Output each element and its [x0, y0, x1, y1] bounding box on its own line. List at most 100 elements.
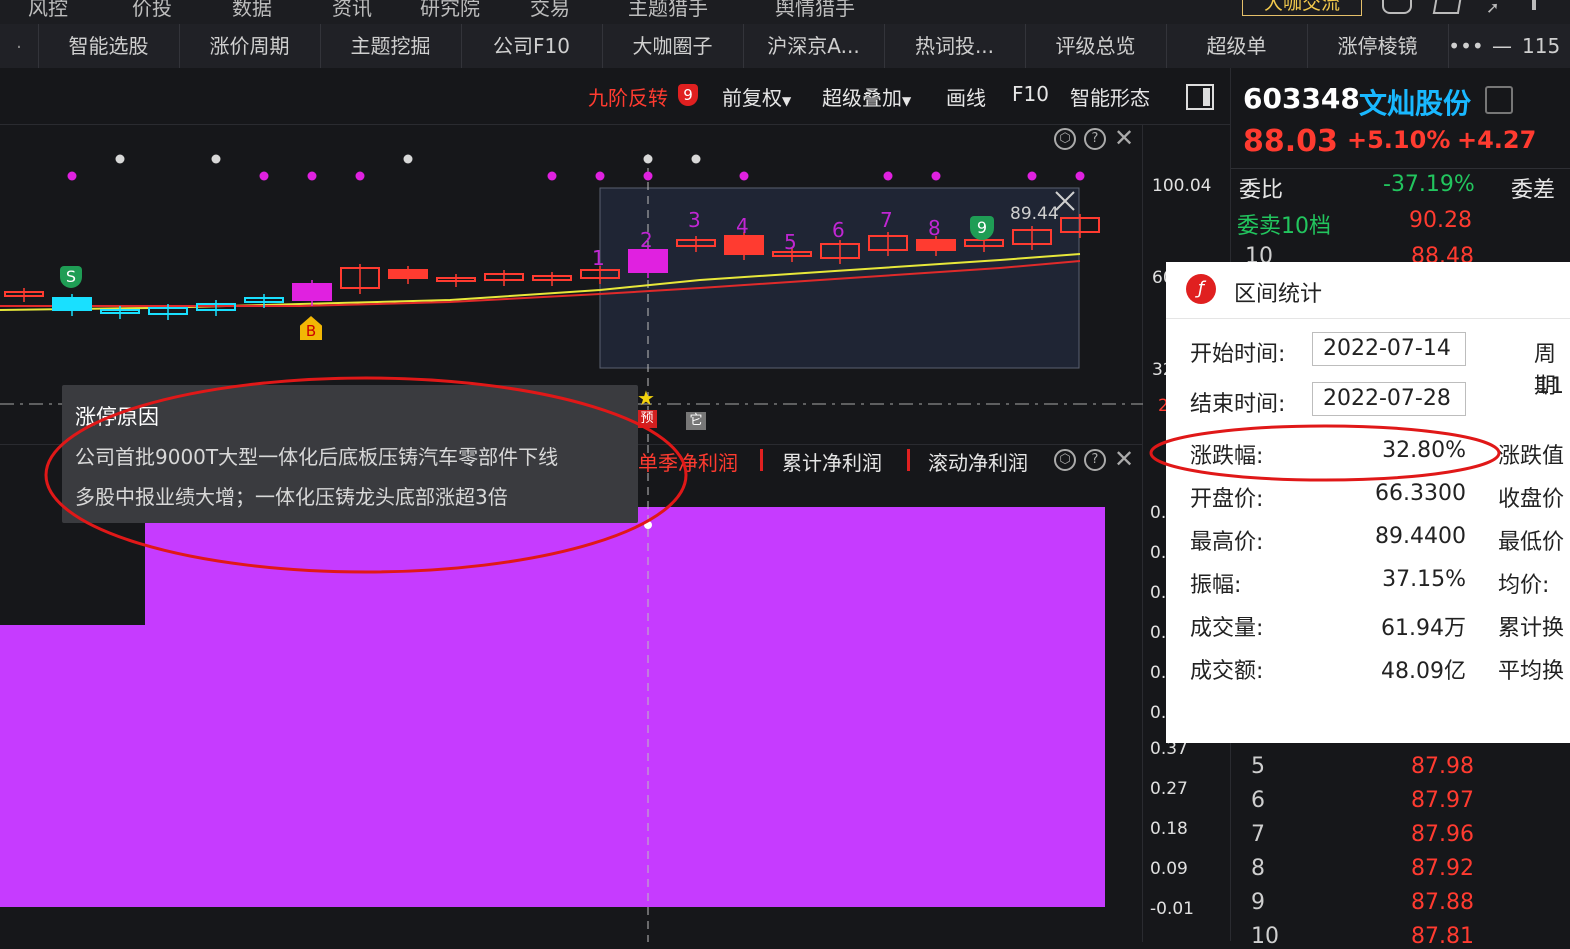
tooltip-line: 多股中报业绩大增；一体化压铸龙头底部涨超3倍 — [75, 485, 508, 509]
sell-ladder-value: 90.28 — [1409, 208, 1472, 233]
menu-item-data[interactable]: 数据 — [232, 0, 272, 21]
window-control-icon[interactable] — [1532, 0, 1536, 10]
tab-smart-select[interactable]: 智能选股 — [38, 24, 180, 68]
stat-value: 61.94万 — [1381, 616, 1466, 641]
ladder-price[interactable]: 87.98 — [1411, 754, 1474, 779]
signal-dot — [115, 154, 125, 164]
settings-icon[interactable]: ⬡ — [1054, 128, 1076, 150]
dialog-title: 区间统计 — [1234, 282, 1323, 307]
tab-company-f10[interactable]: 公司F10 — [461, 24, 603, 68]
end-time-label: 结束时间: — [1190, 392, 1286, 417]
ladder-price[interactable]: 87.92 — [1411, 856, 1474, 881]
help-icon[interactable]: ? — [1084, 449, 1106, 471]
sequence-number: 6 — [832, 218, 845, 242]
signal-dot — [643, 171, 653, 181]
range-high-label: 89.44 — [1010, 204, 1059, 224]
tooltip-title: 涨停原因 — [75, 405, 159, 429]
forward-adjust-dropdown[interactable]: 前复权▼ — [722, 82, 791, 111]
help-icon[interactable]: ? — [1084, 128, 1106, 150]
menu-item-news[interactable]: 资讯 — [332, 0, 372, 21]
stat-value: 32.80% — [1382, 438, 1466, 463]
tab-expert-circle[interactable]: 大咖圈子 — [602, 24, 744, 68]
candlestick — [916, 239, 956, 251]
alert-bell-icon[interactable] — [1485, 86, 1513, 114]
end-time-input[interactable]: 2022-07-28 — [1312, 382, 1466, 416]
close-icon[interactable]: ✕ — [1114, 124, 1134, 152]
tab-super-order[interactable]: 超级单 — [1166, 24, 1308, 68]
signal-dot — [355, 171, 365, 181]
star-icon[interactable]: ★ — [637, 386, 655, 410]
signal-dot — [259, 171, 269, 181]
stat-label: 振幅: — [1190, 573, 1242, 598]
other-tag[interactable]: 它 — [686, 412, 706, 430]
ladder-price[interactable]: 87.97 — [1411, 788, 1474, 813]
tab-quarter-profit[interactable]: 单季净利润 — [638, 447, 738, 476]
signal-dot — [1027, 171, 1037, 181]
ladder-price[interactable]: 87.88 — [1411, 890, 1474, 915]
order-ratio-value: -37.19% — [1383, 172, 1475, 197]
more-tabs-icon[interactable]: ••• — [1448, 24, 1484, 68]
stat-value: 37.15% — [1382, 567, 1466, 592]
stock-code: 603348 — [1243, 82, 1360, 115]
profit-bar — [0, 625, 145, 907]
start-time-input[interactable]: 2022-07-14 — [1312, 332, 1466, 366]
tab-hot-words[interactable]: 热词投... — [884, 24, 1026, 68]
stat-label: 开盘价: — [1190, 487, 1264, 512]
stat-label: 成交量: — [1190, 616, 1264, 641]
arrow-icon[interactable]: ➚ — [1486, 0, 1499, 17]
close-icon[interactable]: ✕ — [1114, 445, 1134, 473]
tab-a-shares[interactable]: 沪深京A... — [743, 24, 885, 68]
expert-exchange-button[interactable]: 大咖交流 — [1242, 0, 1362, 16]
tab-cumulative-profit[interactable]: 累计净利润 — [782, 447, 882, 476]
nine-reversal-button[interactable]: 九阶反转 — [588, 82, 668, 111]
stat-value: 66.3300 — [1375, 481, 1466, 506]
menu-item-research[interactable]: 研究院 — [420, 0, 480, 21]
tab-overflow-count: 115 — [1522, 34, 1561, 58]
tab-divider — [760, 449, 763, 471]
tab-limit-prism[interactable]: 涨停棱镜 — [1307, 24, 1449, 68]
ladder-level: 8 — [1251, 856, 1265, 881]
smart-pattern-button[interactable]: 智能形态 — [1070, 82, 1150, 111]
shield-icon[interactable] — [1432, 0, 1462, 14]
layout-toggle-icon[interactable] — [1186, 84, 1214, 110]
super-overlay-dropdown[interactable]: 超级叠加▼ — [822, 82, 911, 111]
stat-value: 89.4400 — [1375, 524, 1466, 549]
order-diff-label: 委差 — [1511, 178, 1556, 203]
sequence-number: 1 — [592, 246, 605, 270]
stat-right-label: 均价: — [1498, 573, 1550, 598]
order-ratio-label: 委比 — [1239, 178, 1284, 203]
signal-dot — [643, 154, 653, 164]
stock-name[interactable]: 文灿股份 — [1359, 82, 1471, 122]
menu-item-risk[interactable]: 风控 — [28, 0, 68, 21]
settings-icon[interactable]: ⬡ — [1054, 449, 1076, 471]
app-logo-icon: ƒ — [1186, 274, 1216, 304]
indicator-axis-label: 0.18 — [1150, 819, 1188, 839]
f10-button[interactable]: F10 — [1012, 82, 1049, 106]
signal-dot — [931, 171, 941, 181]
ladder-level: 6 — [1251, 788, 1265, 813]
user-icon[interactable] — [1382, 0, 1412, 14]
tab-price-cycle[interactable]: 涨价周期 — [179, 24, 321, 68]
menu-item-theme-hunter[interactable]: 主题猎手 — [628, 0, 708, 21]
ladder-price[interactable]: 87.96 — [1411, 822, 1474, 847]
sequence-number: 8 — [928, 216, 941, 240]
draw-line-button[interactable]: 画线 — [946, 82, 986, 111]
minimize-icon[interactable]: — — [1490, 24, 1514, 68]
change-amount: +4.27 — [1457, 126, 1537, 154]
tab-theme-mining[interactable]: 主题挖掘 — [320, 24, 462, 68]
menu-item-trade[interactable]: 交易 — [530, 0, 570, 21]
ladder-price[interactable]: 87.81 — [1411, 924, 1474, 949]
sequence-number: 4 — [736, 214, 749, 238]
sequence-number: 7 — [880, 208, 893, 232]
tab-rating-overview[interactable]: 评级总览 — [1025, 24, 1167, 68]
tab-prev[interactable]: · — [0, 24, 39, 68]
period-value: 11 — [1536, 374, 1564, 399]
forecast-tag[interactable]: 预 — [637, 410, 657, 428]
sell-signal-icon[interactable]: S — [60, 266, 82, 288]
last-price: 88.03 — [1243, 124, 1338, 159]
indicator-axis-label: 0.09 — [1150, 859, 1188, 879]
menu-item-sentiment-hunter[interactable]: 舆情猎手 — [775, 0, 855, 21]
tab-rolling-profit[interactable]: 滚动净利润 — [928, 447, 1028, 476]
interval-stats-dialog: ƒ 区间统计 开始时间: 2022-07-14 结束时间: 2022-07-28… — [1166, 262, 1570, 743]
menu-item-value[interactable]: 价投 — [132, 0, 172, 21]
